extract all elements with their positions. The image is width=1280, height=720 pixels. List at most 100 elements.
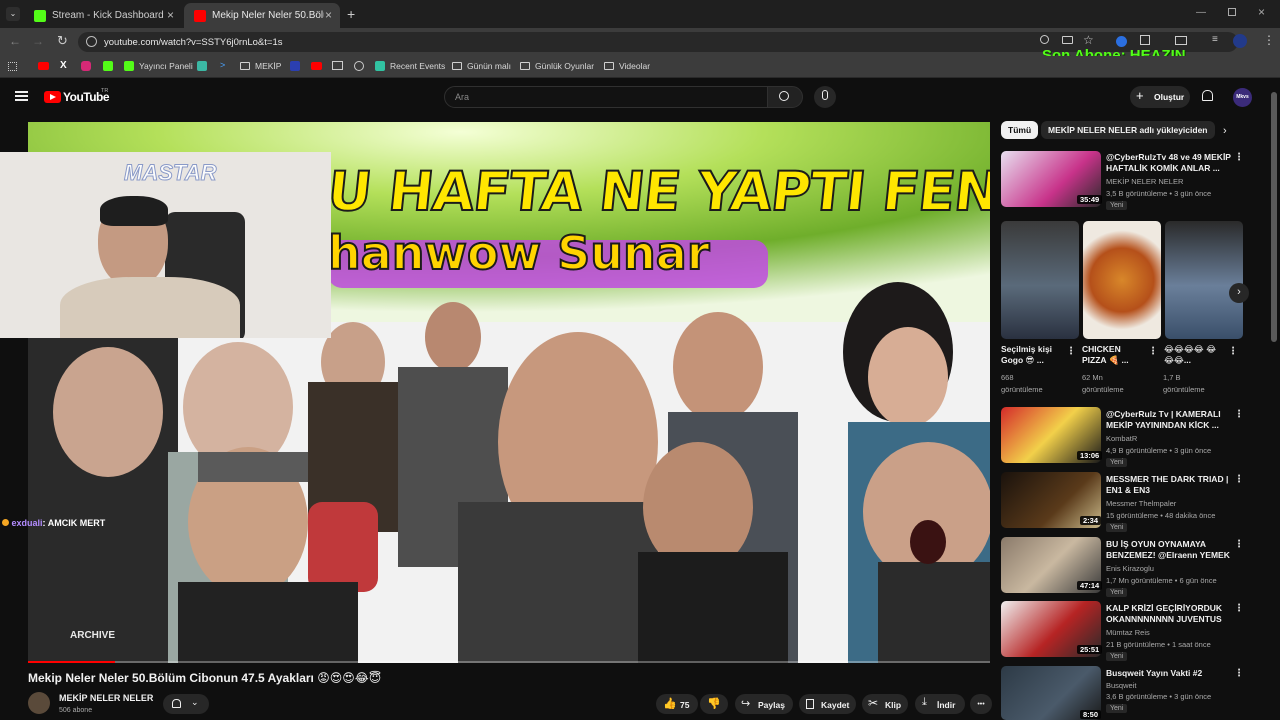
back-icon[interactable]: ← [9,34,21,48]
short-title[interactable]: CHICKEN PIZZA 🍕 ... [1082,344,1146,366]
rec-menu-icon[interactable]: ⋮ [1234,539,1244,550]
kick-favicon-icon [34,9,46,22]
chevron-right-icon[interactable]: › [1223,125,1227,137]
rec-meta: 3,6 B görüntüleme • 3 gün önce [1106,692,1212,701]
shorts-next-button[interactable]: › [1229,283,1249,303]
sidebar-icon[interactable] [1175,36,1187,45]
avatar[interactable]: Mkvs [1233,88,1252,107]
thumbs-up-icon: 👍 [663,698,677,710]
bookmark-site-icon[interactable] [290,61,300,71]
notifications-bell-icon[interactable] [1202,90,1213,101]
webcam-overlay: MASTAR [0,152,331,338]
short-thumbnail[interactable] [1165,221,1243,339]
rec-meta: 3,5 B görüntüleme • 3 gün önce [1106,189,1212,198]
bookmark-folder-gunluk-oyunlar[interactable]: Günlük Oyunlar [520,61,594,71]
rec-channel[interactable]: MEKİP NELER NELER [1106,177,1183,186]
video-title: Mekip Neler Neler 50.Bölüm Cibonun 47.5 … [28,671,382,685]
short-title[interactable]: Seçilmiş kişi Gogo 😎 ... [1001,344,1063,366]
bookmark-site-icon[interactable] [354,61,364,71]
chip-all[interactable]: Tümü [1001,121,1039,139]
rec-title[interactable]: KALP KRİZİ GEÇİRİYORDUK OKANNNNNNNN JUVE… [1106,603,1231,625]
site-info-icon[interactable] [86,36,97,47]
microphone-icon [822,90,828,100]
bell-icon [172,699,181,708]
menu-icon[interactable]: ≡ [1212,34,1218,45]
search-input[interactable] [444,86,768,108]
bookmark-yayinci-paneli[interactable]: Yayıncı Paneli [124,61,193,71]
duration-badge: 25:51 [1077,645,1103,654]
chip-uploader[interactable]: MEKİP NELER NELER adlı yükleyiciden [1041,121,1215,139]
rec-title[interactable]: MESSMER THE DARK TRIAD | EN1 & EN3 [1106,474,1231,496]
rec-menu-icon[interactable]: ⋮ [1234,152,1244,163]
more-actions-button[interactable]: ••• [970,694,992,714]
bookmark-x-icon[interactable]: X [60,60,67,71]
bookmark-youtube-icon[interactable] [38,62,49,70]
search-icon [779,91,789,101]
short-thumbnail[interactable] [1001,221,1079,339]
close-window-icon[interactable]: × [1258,5,1265,19]
rec-channel[interactable]: Messmer Thelmpaler [1106,499,1176,508]
rec-title[interactable]: BU İŞ OYUN OYNAMAYA BENZEMEZ! @Elraenn Y… [1106,539,1231,561]
rec-channel[interactable]: Enis Kirazoglu [1106,564,1154,573]
bookmark-instagram-icon[interactable] [81,61,91,71]
rec-title[interactable]: @CyberRulz Tv | KAMERALI MEKİP YAYININDA… [1106,409,1231,431]
short-menu-icon[interactable]: ⋮ [1228,346,1238,357]
apps-grid-icon[interactable] [8,62,17,71]
reload-icon[interactable]: ↻ [57,33,68,49]
bookmark-label: Günlük Oyunlar [535,61,595,71]
rec-title[interactable]: @CyberRulzTv 48 ve 49 MEKİP HAFTALİK KOM… [1106,152,1231,174]
channel-name[interactable]: MEKİP NELER NELER [59,693,153,703]
bookmark-youtube-icon[interactable] [311,62,322,70]
short-menu-icon[interactable]: ⋮ [1148,346,1158,357]
bookmark-image-icon[interactable] [332,61,343,70]
extensions-puzzle-icon[interactable] [1140,35,1150,45]
bookmark-kick-icon[interactable] [103,61,113,71]
rec-channel[interactable]: KombatR [1106,434,1137,443]
rec-meta: 4,9 B görüntüleme • 3 gün önce [1106,446,1212,455]
rec-menu-icon[interactable]: ⋮ [1234,409,1244,420]
bookmark-folder-mekip[interactable]: MEKİP [240,61,281,71]
bookmark-folder-videolar[interactable]: Videolar [604,61,650,71]
new-tab-button[interactable]: + [347,6,355,22]
short-thumbnail[interactable] [1083,221,1161,339]
tab-youtube-video[interactable]: Mekip Neler Neler 50.Bölüm Ci... × [184,3,340,28]
channel-avatar[interactable] [28,692,50,714]
youtube-logo-icon[interactable] [44,91,61,103]
save-bookmark-icon [806,699,814,709]
minimize-window-icon[interactable]: — [1196,7,1206,18]
bookmark-star-icon[interactable]: ☆ [1083,33,1094,47]
short-menu-icon[interactable]: ⋮ [1066,346,1076,357]
bookmark-recent-events[interactable]: Recent Events [375,61,445,71]
rec-menu-icon[interactable]: ⋮ [1234,603,1244,614]
thumbnail-headline: U HAFTA NE YAPTI FENA [324,159,990,224]
short-title[interactable]: 😂😂😂😂 😂😂😂... [1164,344,1224,366]
forward-icon[interactable]: → [32,34,44,48]
hamburger-menu-icon[interactable] [15,91,28,101]
video-progress-bar[interactable] [28,661,990,663]
rec-channel[interactable]: Busqweit [1106,681,1136,690]
chat-badge-icon [2,519,9,526]
page-scrollbar[interactable] [1271,92,1277,342]
bookmark-prime-icon[interactable]: > [220,60,225,70]
close-tab-icon[interactable]: × [325,8,332,22]
chrome-menu-icon[interactable]: ⋮ [1263,33,1275,47]
rec-channel[interactable]: Mümtaz Reis [1106,628,1150,637]
url-text[interactable]: youtube.com/watch?v=SSTY6j0rnLo&t=1s [104,37,283,48]
webcam-person-body [60,277,240,338]
restore-window-icon[interactable] [1228,8,1236,16]
extension-icon[interactable] [1116,36,1127,47]
close-tab-icon[interactable]: × [167,8,174,22]
subscribed-button[interactable] [163,694,209,714]
rec-title[interactable]: Busqweit Yayın Vakti #2 [1106,668,1231,680]
rec-menu-icon[interactable]: ⋮ [1234,474,1244,485]
zoom-icon[interactable] [1040,35,1049,44]
profile-icon[interactable] [1233,34,1247,48]
cast-icon[interactable] [1062,36,1073,44]
rec-menu-icon[interactable]: ⋮ [1234,668,1244,679]
tab-search-icon[interactable]: ⌄ [6,7,20,21]
bookmark-site-icon[interactable] [197,61,207,71]
clip-label: Klip [885,700,902,710]
folder-icon [604,62,614,70]
tab-kick-dashboard[interactable]: Stream - Kick Dashboard × [24,3,182,28]
bookmark-folder-gunun-mali[interactable]: Günün malı [452,61,511,71]
